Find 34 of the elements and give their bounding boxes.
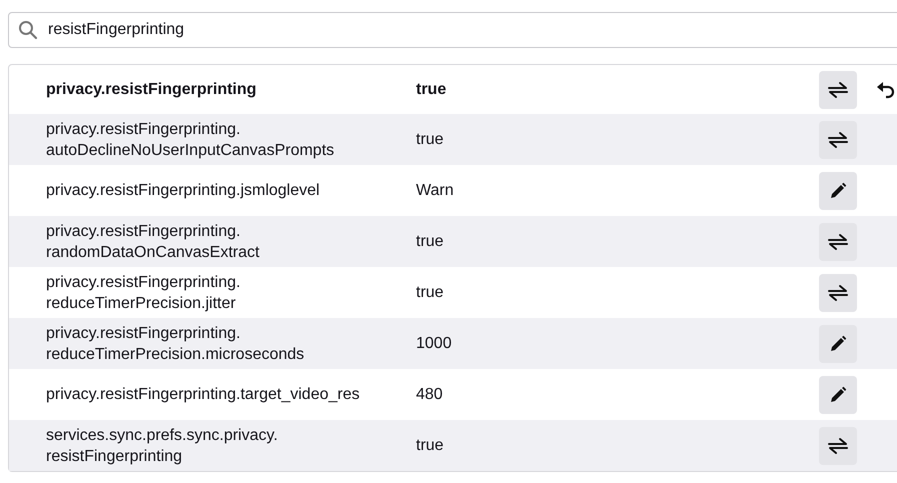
edit-button[interactable] — [819, 324, 857, 362]
search-icon — [18, 20, 38, 40]
pref-name: privacy.resistFingerprinting.jsmloglevel — [46, 181, 321, 201]
pref-name: services.sync.prefs.sync.privacy. resistFingerprinting — [46, 426, 279, 466]
pref-value: 1000 — [416, 334, 453, 354]
toggle-button[interactable] — [819, 70, 857, 108]
pref-value: 480 — [416, 385, 444, 405]
toggle-arrows-icon — [827, 436, 849, 456]
pref-name: privacy.resistFingerprinting. reduceTimerPrecision.microseconds — [46, 324, 306, 364]
toggle-arrows-icon — [827, 232, 849, 252]
pref-name: privacy.resistFingerprinting. reduceTimerPrecision.jitter — [46, 272, 242, 314]
pref-name: privacy.resistFingerprinting. autoDeclineNoUserInputCanvasPrompts — [46, 120, 336, 160]
pref-name: privacy.resistFingerprinting — [46, 80, 258, 100]
edit-button[interactable] — [819, 376, 857, 414]
pref-value: true — [416, 232, 445, 252]
toggle-arrows-icon — [827, 80, 849, 100]
search-field[interactable]: resistFingerprinting — [8, 12, 897, 48]
edit-button[interactable] — [819, 172, 857, 210]
pref-name: privacy.resistFingerprinting. randomDataOnCanvasExtract — [46, 222, 260, 262]
pencil-icon — [829, 334, 847, 352]
toggle-button[interactable] — [819, 120, 857, 158]
pref-value: true — [416, 436, 445, 456]
pref-value: Warn — [416, 181, 455, 201]
toggle-arrows-icon — [827, 130, 849, 150]
toggle-button[interactable] — [819, 274, 857, 312]
pencil-icon — [829, 182, 847, 200]
toggle-button[interactable] — [819, 222, 857, 260]
pref-value: true — [416, 80, 448, 100]
pencil-icon — [829, 386, 847, 404]
pref-value: true — [416, 130, 445, 150]
toggle-arrows-icon — [827, 282, 849, 302]
pref-value: true — [416, 283, 445, 303]
toggle-button[interactable] — [819, 426, 857, 464]
pref-name: privacy.resistFingerprinting.target_video_res — [46, 385, 361, 405]
